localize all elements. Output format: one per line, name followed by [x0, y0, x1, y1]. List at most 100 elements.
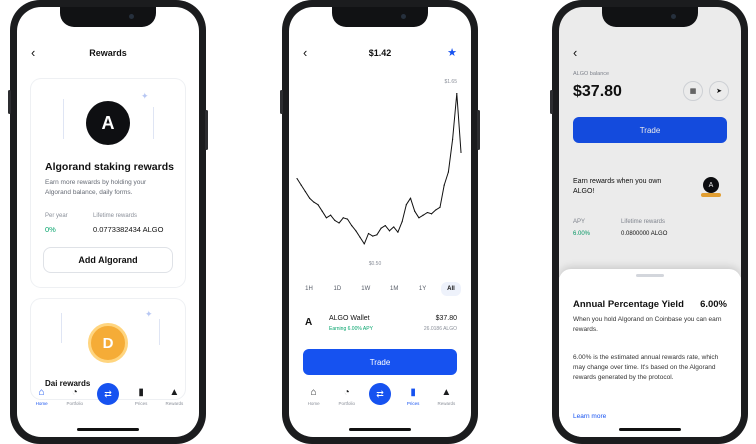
decoration-line	[153, 107, 154, 139]
time-range-selector: 1H 1D 1W 1M 1Y All	[299, 282, 461, 296]
range-all[interactable]: All	[440, 282, 461, 296]
price-point	[363, 243, 365, 245]
notch	[602, 7, 698, 27]
price-point	[296, 177, 298, 180]
price-chart[interactable]: $1.65 $0.50	[289, 73, 471, 269]
star-icon[interactable]: ★	[447, 46, 457, 59]
price-point	[334, 219, 336, 221]
asset-screen: ‹ ALGO balance $37.80 ▦ ➤ Trade Earn rew…	[559, 7, 741, 437]
phone-price-chart: ‹ $1.42 ★ $1.65 $0.50 1H 1D 1W 1M 1Y All…	[280, 0, 480, 444]
tab-trade[interactable]: ⇄	[93, 383, 123, 405]
price-point	[393, 226, 395, 228]
range-1y[interactable]: 1Y	[413, 282, 433, 296]
sheet-paragraph: 6.00% is the estimated annual rewards ra…	[573, 354, 719, 381]
sheet-percentage: 6.00%	[700, 299, 727, 310]
tab-label: Portfolio	[66, 401, 84, 406]
phone-rewards: ‹ Rewards ✦ A Algorand staking rewards E…	[8, 0, 208, 444]
price-point	[430, 213, 433, 215]
learn-more-link[interactable]: Learn more	[573, 413, 606, 420]
price-point	[380, 227, 382, 229]
price-point	[439, 206, 441, 208]
tab-portfolio[interactable]: ◔ Portfolio	[60, 387, 90, 406]
tab-portfolio[interactable]: ◔ Portfolio	[332, 387, 362, 406]
tab-label: Prices	[134, 401, 148, 406]
prices-icon: ▮	[410, 387, 416, 398]
wallet-name: ALGO Wallet	[329, 315, 370, 322]
price-point	[321, 210, 323, 212]
apy-value: 0%	[45, 225, 56, 234]
price-point	[338, 222, 340, 224]
notch	[60, 7, 156, 27]
price-header: ‹ $1.42 ★	[289, 45, 471, 63]
price-series-line	[296, 93, 462, 245]
tab-label: Home	[307, 401, 320, 406]
home-indicator	[77, 428, 139, 431]
range-1w[interactable]: 1W	[356, 282, 376, 296]
trade-button[interactable]: Trade	[303, 349, 457, 375]
stage: ‹ Rewards ✦ A Algorand staking rewards E…	[0, 0, 756, 444]
portfolio-icon: ◔	[71, 387, 78, 398]
tab-label: Rewards	[165, 401, 184, 406]
algorand-icon: A	[305, 317, 313, 328]
dai-icon: D	[88, 323, 128, 363]
range-1d[interactable]: 1D	[327, 282, 347, 296]
algorand-staking-card[interactable]: ✦ A Algorand staking rewards Earn more r…	[31, 79, 185, 287]
price-point	[405, 204, 407, 206]
apy-bottom-sheet: Annual Percentage Yield 6.00% When you h…	[559, 269, 741, 437]
rewards-icon: ▲	[441, 387, 452, 398]
portfolio-icon: ◔	[343, 387, 350, 398]
price-point	[426, 211, 428, 214]
price-point	[304, 191, 307, 193]
price-point	[355, 230, 357, 232]
price-screen: ‹ $1.42 ★ $1.65 $0.50 1H 1D 1W 1M 1Y All…	[289, 7, 471, 437]
price-point	[317, 204, 319, 206]
tab-prices[interactable]: ▮ Prices	[398, 387, 428, 406]
lifetime-label: Lifetime rewards	[93, 213, 138, 219]
rewards-icon: ▲	[169, 387, 180, 398]
rewards-screen: ‹ Rewards ✦ A Algorand staking rewards E…	[17, 7, 199, 437]
home-icon: ⌂	[310, 387, 317, 398]
tab-home[interactable]: ⌂ Home	[299, 387, 329, 406]
tab-prices[interactable]: ▮ Prices	[126, 387, 156, 406]
price-point	[451, 138, 454, 140]
decoration-line	[61, 313, 62, 343]
price-point	[456, 92, 458, 95]
tab-rewards[interactable]: ▲ Rewards	[431, 387, 461, 406]
home-indicator	[349, 428, 411, 431]
apy-label: Per year	[45, 213, 68, 219]
trade-icon: ⇄	[368, 383, 391, 405]
sheet-paragraph: When you hold Algorand on Coinbase you c…	[573, 316, 722, 333]
price-point	[418, 217, 420, 219]
price-point	[384, 225, 386, 227]
price-point	[346, 218, 349, 220]
home-icon: ⌂	[38, 387, 45, 398]
price-point	[325, 217, 328, 219]
range-1m[interactable]: 1M	[384, 282, 404, 296]
phone-apy-sheet: ‹ ALGO balance $37.80 ▦ ➤ Trade Earn rew…	[550, 0, 748, 444]
backdrop-overlay[interactable]	[559, 7, 741, 277]
volume-button	[8, 90, 11, 114]
price-point	[372, 235, 374, 237]
sparkle-icon: ✦	[145, 309, 153, 319]
tab-label: Prices	[406, 401, 420, 406]
price-point	[460, 151, 462, 153]
sheet-grabber[interactable]	[636, 274, 664, 277]
decoration-line	[159, 319, 160, 345]
price-point	[422, 214, 424, 216]
price-chart-svg: $1.65 $0.50	[296, 79, 462, 267]
price-point	[300, 184, 302, 186]
card-title: Algorand staking rewards	[45, 161, 174, 173]
add-algorand-button[interactable]: Add Algorand	[43, 247, 173, 273]
price-point	[409, 197, 412, 199]
tab-home[interactable]: ⌂ Home	[27, 387, 57, 406]
wallet-earning: Earning 6.00% APY	[329, 326, 373, 332]
price-point	[342, 217, 344, 219]
range-1h[interactable]: 1H	[299, 282, 319, 296]
algo-wallet-row[interactable]: A ALGO Wallet Earning 6.00% APY $37.80 2…	[301, 311, 459, 343]
decoration-line	[63, 99, 64, 139]
tab-trade[interactable]: ⇄	[365, 383, 395, 405]
tab-rewards[interactable]: ▲ Rewards	[159, 387, 189, 406]
algorand-icon: A	[86, 101, 130, 145]
bottom-tab-bar: ⌂ Home ◔ Portfolio ⇄ ▮ Prices ▲ Rewards	[289, 383, 471, 423]
price-point	[401, 221, 403, 223]
